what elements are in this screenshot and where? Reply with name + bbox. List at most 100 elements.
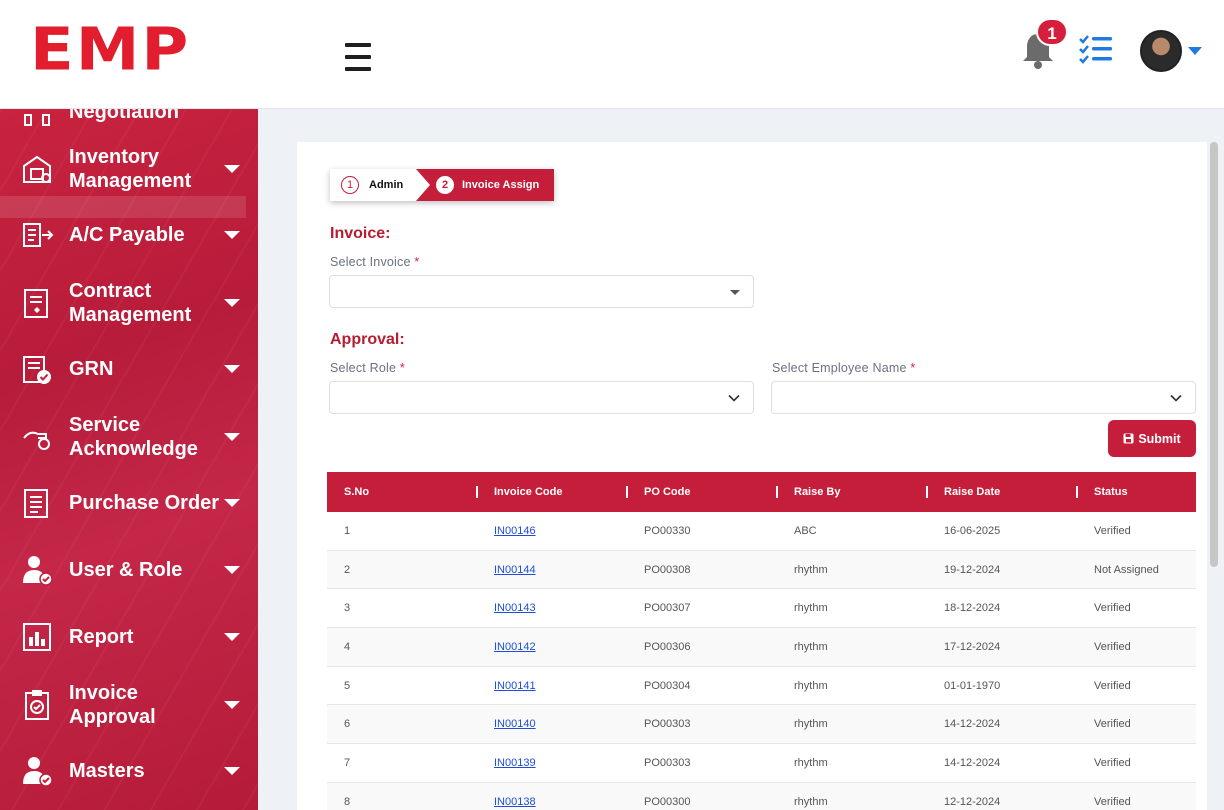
- cell-raise-date: 14-12-2024: [944, 757, 1001, 770]
- cell-status: Verified: [1094, 679, 1131, 692]
- cell-raise-date: 17-12-2024: [944, 641, 1001, 654]
- sidebar-item-label: Report: [69, 626, 134, 648]
- invoice-approval-icon: [25, 690, 49, 720]
- cell-raise-by: rhythm: [794, 602, 828, 615]
- cell-status: Verified: [1094, 795, 1131, 808]
- chevron-down-icon[interactable]: [1188, 47, 1202, 55]
- sidebar-item-purchase-order[interactable]: Purchase Order: [0, 485, 258, 521]
- cell-sno: 6: [344, 718, 351, 731]
- sidebar-item-payable[interactable]: A/C Payable: [0, 217, 258, 253]
- cell-status: Verified: [1094, 525, 1131, 537]
- chevron-down-icon: [728, 394, 740, 402]
- cell-invoice-code-link[interactable]: IN00142: [494, 628, 536, 666]
- cell-raise-by: rhythm: [794, 563, 828, 576]
- invoice-section-title: Invoice:: [330, 225, 391, 242]
- column-header-status[interactable]: Status: [1094, 472, 1128, 512]
- column-header-po-code[interactable]: PO Code: [644, 472, 690, 512]
- sidebar-item-grn[interactable]: GRN: [0, 351, 258, 387]
- cell-raise-date: 01-01-1970: [944, 679, 1001, 692]
- table-row: 6 IN00140 PO00303 rhythm 14-12-2024 Veri…: [327, 705, 1196, 745]
- sidebar-item-label: Purchase Order: [69, 492, 220, 514]
- table-row: 1 IN00146 PO00330 ABC 16-06-2025 Verifie…: [327, 512, 1196, 551]
- cell-po-code: PO00330: [644, 525, 691, 537]
- page-scrollbar[interactable]: [1210, 142, 1218, 567]
- task-list-icon[interactable]: [1078, 34, 1114, 64]
- sidebar-item-label: Negotiation: [69, 109, 179, 123]
- cell-sno: 4: [344, 641, 351, 654]
- chevron-down-icon: [224, 767, 240, 775]
- step-admin[interactable]: 1 Admin: [330, 169, 430, 201]
- table-header: S.No Invoice Code PO Code Raise By Raise…: [327, 472, 1196, 512]
- cell-raise-by: rhythm: [794, 757, 828, 770]
- cell-invoice-code-link[interactable]: IN00138: [494, 783, 536, 810]
- sidebar-item-report[interactable]: Report: [0, 619, 258, 655]
- cell-raise-by: rhythm: [794, 795, 828, 808]
- cell-invoice-code-link[interactable]: IN00141: [494, 667, 536, 705]
- sidebar-item-negotiation[interactable]: Negotiation: [0, 109, 258, 131]
- cell-po-code: PO00306: [644, 641, 691, 654]
- cell-raise-by: rhythm: [794, 679, 828, 692]
- step-invoice-assign[interactable]: 2 Invoice Assign: [416, 169, 554, 201]
- column-separator: [626, 486, 628, 498]
- stepper: 1 Admin 2 Invoice Assign: [330, 169, 554, 201]
- cell-status: Not Assigned: [1094, 563, 1159, 576]
- cell-po-code: PO00308: [644, 563, 691, 576]
- column-separator: [926, 486, 928, 498]
- cell-status: Verified: [1094, 718, 1131, 731]
- chevron-down-icon: [224, 365, 240, 373]
- sidebar-item-invoice-approval[interactable]: Invoice Approval: [0, 677, 258, 737]
- cell-invoice-code-link[interactable]: IN00140: [494, 705, 536, 743]
- cell-raise-by: rhythm: [794, 641, 828, 654]
- chevron-down-icon: [224, 566, 240, 574]
- invoice-table: S.No Invoice Code PO Code Raise By Raise…: [327, 472, 1196, 810]
- cell-raise-date: 14-12-2024: [944, 718, 1001, 731]
- column-header-raise-date[interactable]: Raise Date: [944, 472, 1000, 512]
- cell-sno: 2: [344, 563, 351, 576]
- column-header-raise-by[interactable]: Raise By: [794, 472, 840, 512]
- cell-raise-date: 12-12-2024: [944, 795, 1001, 808]
- chevron-down-icon: [224, 633, 240, 641]
- cell-invoice-code-link[interactable]: IN00144: [494, 551, 536, 589]
- table-row: 7 IN00139 PO00303 rhythm 14-12-2024 Veri…: [327, 744, 1196, 783]
- cell-po-code: PO00304: [644, 679, 691, 692]
- sidebar-item-label: Inventory Management: [69, 146, 192, 192]
- sidebar-item-masters[interactable]: Masters: [0, 753, 258, 789]
- select-invoice-label: Select Invoice *: [330, 255, 420, 269]
- user-avatar[interactable]: [1140, 30, 1182, 72]
- column-header-invoice-code[interactable]: Invoice Code: [494, 472, 562, 512]
- cell-raise-date: 16-06-2025: [944, 525, 1001, 537]
- chevron-down-icon: [224, 499, 240, 507]
- payable-icon: [23, 223, 54, 247]
- chevron-down-icon: [224, 299, 240, 307]
- chevron-down-icon: [1170, 394, 1182, 402]
- cell-po-code: PO00303: [644, 757, 691, 770]
- sidebar-item-label: Invoice Approval: [69, 682, 156, 728]
- inventory-icon: [23, 155, 51, 183]
- column-header-sno[interactable]: S.No: [344, 472, 369, 512]
- submit-button[interactable]: Submit: [1108, 420, 1196, 457]
- sidebar-item-label: Contract Management: [69, 280, 192, 326]
- select-role-label: Select Role *: [330, 361, 405, 375]
- cell-invoice-code-link[interactable]: IN00139: [494, 744, 536, 782]
- cell-invoice-code-link[interactable]: IN00146: [494, 512, 536, 550]
- cell-po-code: PO00300: [644, 795, 691, 808]
- sidebar-item-inventory[interactable]: Inventory Management: [0, 141, 258, 201]
- emp-logo[interactable]: EMP: [30, 21, 190, 80]
- sidebar-item-user-role[interactable]: User & Role: [0, 552, 258, 588]
- select-invoice-dropdown[interactable]: [329, 275, 754, 308]
- purchase-order-icon: [24, 489, 48, 518]
- cell-raise-date: 18-12-2024: [944, 602, 1001, 615]
- cell-invoice-code-link[interactable]: IN00143: [494, 589, 536, 627]
- step-number: 1: [341, 176, 359, 194]
- menu-icon[interactable]: [345, 43, 371, 71]
- cell-po-code: PO00307: [644, 602, 691, 615]
- select-employee-dropdown[interactable]: [771, 381, 1196, 414]
- cell-status: Verified: [1094, 602, 1131, 615]
- select-role-dropdown[interactable]: [329, 381, 754, 414]
- column-separator: [476, 486, 478, 498]
- sidebar-item-contract[interactable]: Contract Management: [0, 275, 258, 335]
- user-role-icon: [23, 556, 53, 586]
- sidebar-item-service[interactable]: Service Acknowledge: [0, 409, 258, 469]
- masters-icon: [23, 757, 53, 787]
- step-label: Admin: [369, 179, 404, 191]
